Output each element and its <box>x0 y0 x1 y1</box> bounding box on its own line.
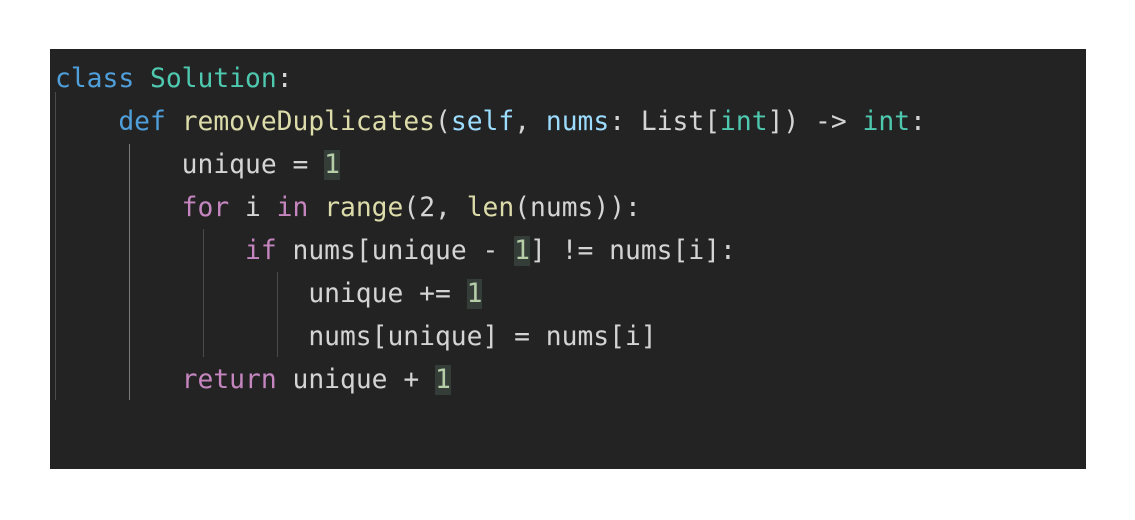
code-token: (nums)): <box>514 193 641 223</box>
code-line[interactable]: def removeDuplicates(self, nums: List[in… <box>55 101 926 144</box>
code-token: : <box>276 64 293 94</box>
code-token: in <box>276 193 309 223</box>
code-token: : List[ <box>609 107 721 137</box>
code-editor[interactable]: class Solution: def removeDuplicates(sel… <box>50 49 1086 469</box>
code-token: i <box>229 193 277 223</box>
code-token: 1 <box>466 279 483 309</box>
code-token: self <box>450 107 515 137</box>
code-token: unique = <box>55 150 325 180</box>
code-token: int <box>720 107 768 137</box>
code-token: unique += <box>55 279 467 309</box>
code-token: : <box>910 107 926 137</box>
code-line[interactable]: unique += 1 <box>55 273 483 316</box>
code-token: 1 <box>324 150 340 180</box>
code-token: int <box>862 107 911 137</box>
code-token: ( <box>435 107 451 137</box>
code-token: unique + <box>276 365 435 395</box>
code-token: Solution <box>150 64 277 94</box>
code-line[interactable]: return unique + 1 <box>55 359 451 402</box>
code-token: return <box>181 365 277 395</box>
code-token: ] != nums[i]: <box>530 236 736 266</box>
code-token: , <box>514 107 546 137</box>
code-token: if <box>245 236 277 266</box>
code-line[interactable]: unique = 1 <box>55 144 340 187</box>
code-token: 1 <box>435 365 451 395</box>
code-line[interactable]: for i in range(2, len(nums)): <box>55 187 641 230</box>
code-token: (2, <box>403 193 467 223</box>
code-token: nums <box>545 107 610 137</box>
code-token: class <box>55 64 135 94</box>
code-token: range <box>324 193 404 223</box>
code-token: nums[unique - <box>276 236 515 266</box>
code-token: for <box>181 193 230 223</box>
code-line[interactable]: class Solution: <box>55 58 293 101</box>
code-line[interactable]: nums[unique] = nums[i] <box>55 316 657 359</box>
code-token: nums[unique] = nums[i] <box>55 322 657 352</box>
code-token: removeDuplicates <box>181 107 436 137</box>
code-token: def <box>118 107 166 137</box>
code-token: 1 <box>514 236 530 266</box>
code-line[interactable]: if nums[unique - 1] != nums[i]: <box>55 230 736 273</box>
code-token: len <box>466 193 515 223</box>
code-token: ]) -> <box>767 107 863 137</box>
